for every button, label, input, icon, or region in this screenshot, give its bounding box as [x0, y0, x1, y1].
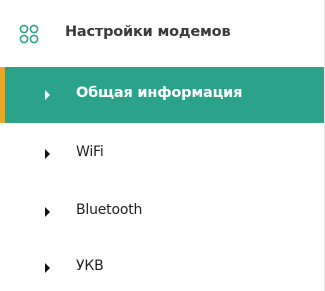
- menu-header[interactable]: Настройки модемов: [0, 0, 324, 67]
- menu-item-general-info[interactable]: Общая информация: [0, 67, 324, 123]
- modem-settings-menu: Настройки модемов Общая информация WiFi …: [0, 0, 325, 291]
- menu-title: Настройки модемов: [65, 24, 231, 40]
- menu-item-label: УКВ: [76, 258, 104, 274]
- caret-right-icon: [45, 207, 50, 217]
- menu-item-label: WiFi: [76, 144, 104, 160]
- menu-item-ukv[interactable]: УКВ: [0, 240, 324, 291]
- caret-right-icon: [45, 90, 50, 100]
- group-settings-icon: [19, 24, 39, 44]
- caret-right-icon: [45, 149, 50, 159]
- menu-item-wifi[interactable]: WiFi: [0, 126, 324, 182]
- menu-item-label: Общая информация: [76, 85, 243, 101]
- menu-item-bluetooth[interactable]: Bluetooth: [0, 184, 324, 240]
- caret-right-icon: [45, 263, 50, 273]
- menu-item-label: Bluetooth: [76, 202, 143, 218]
